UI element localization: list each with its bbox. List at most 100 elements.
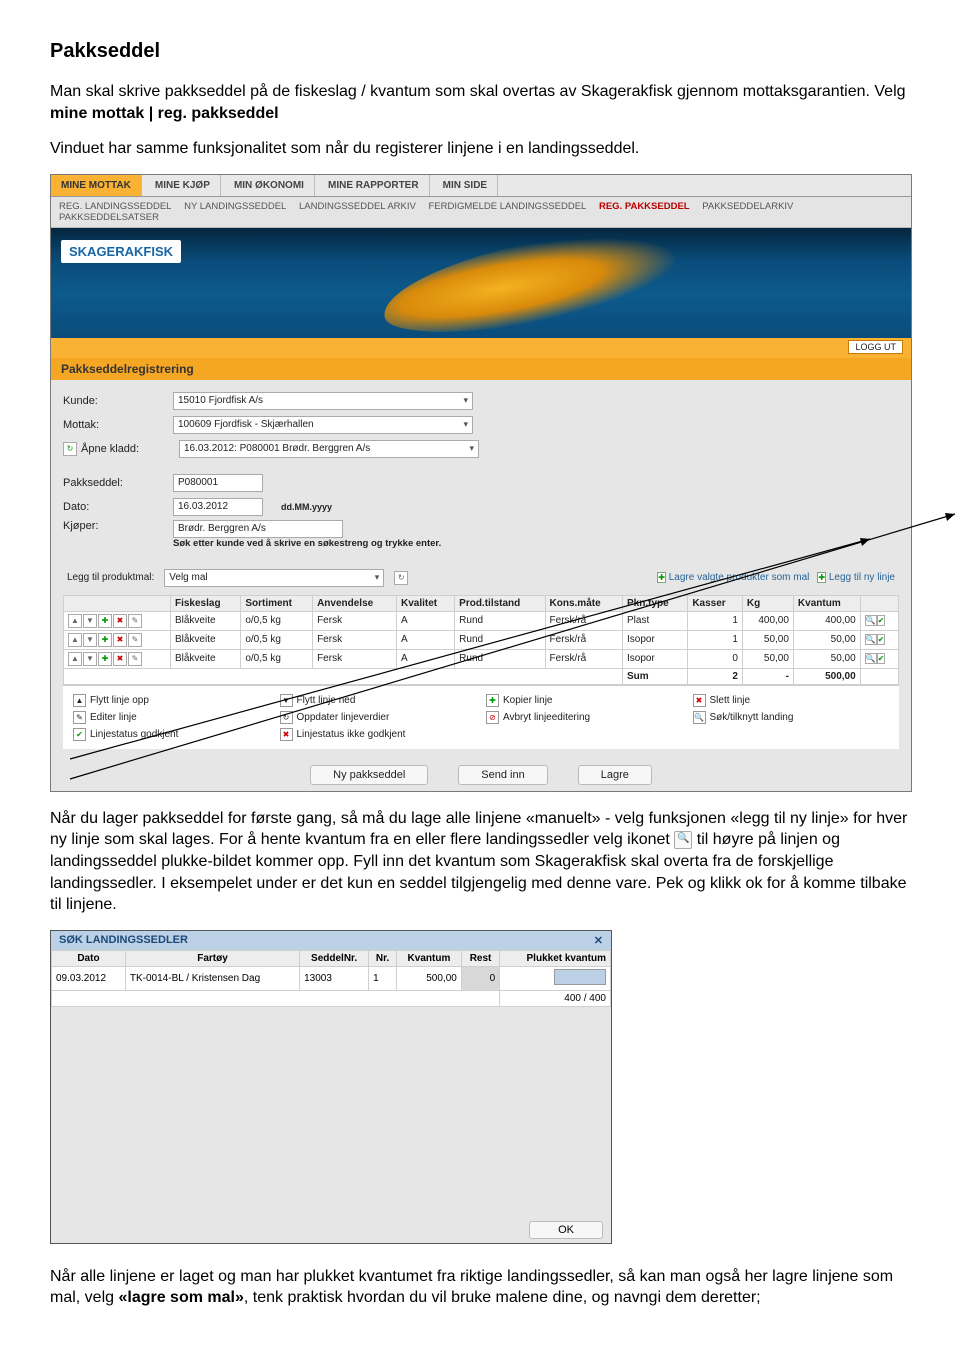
logout-button[interactable]: LOGG UT: [848, 340, 903, 354]
row-delete-icon[interactable]: ✖: [113, 652, 127, 666]
row-down-icon[interactable]: ▼: [83, 614, 97, 628]
kunde-select[interactable]: 15010 Fjordfisk A/s: [173, 392, 473, 410]
send-inn-button[interactable]: Send inn: [458, 765, 547, 785]
p1-text: Man skal skrive pakkseddel på de fiskesl…: [50, 83, 906, 100]
row-down-icon[interactable]: ▼: [83, 633, 97, 647]
col-kvalitet: Kvalitet: [397, 595, 455, 611]
legend-item: Flytt linje ned: [297, 695, 356, 706]
row-copy-icon[interactable]: ✚: [98, 614, 112, 628]
modal-row: 09.03.2012 TK-0014-BL / Kristensen Dag 1…: [52, 966, 611, 990]
row-up-icon[interactable]: ▲: [68, 633, 82, 647]
mcol-kvantum: Kvantum: [397, 950, 462, 966]
tab-mine-mottak[interactable]: MINE MOTTAK: [51, 175, 142, 196]
cell: o/0,5 kg: [241, 649, 313, 668]
legend-item: Oppdater linjeverdier: [297, 712, 390, 723]
row-copy-icon[interactable]: ✚: [98, 633, 112, 647]
row-delete-icon[interactable]: ✖: [113, 614, 127, 628]
ny-pakkseddel-button[interactable]: Ny pakkseddel: [310, 765, 428, 785]
subtab-arkiv[interactable]: LANDINGSSEDDEL ARKIV: [299, 201, 416, 212]
tab-min-okonomi[interactable]: MIN ØKONOMI: [224, 175, 315, 196]
subtab-reg-landing[interactable]: REG. LANDINGSSEDDEL: [59, 201, 171, 212]
cell: Fersk/rå: [545, 611, 622, 630]
cell: 50,00: [742, 649, 793, 668]
cell: 1: [688, 611, 743, 630]
col-pkntype: Pkn.type: [623, 595, 688, 611]
row-up-icon[interactable]: ▲: [68, 652, 82, 666]
col-prodtilstand: Prod.tilstand: [455, 595, 545, 611]
mal-select[interactable]: Velg mal: [164, 569, 384, 587]
mcell: TK-0014-BL / Kristensen Dag: [125, 966, 299, 990]
row-ok-icon[interactable]: ✔: [877, 615, 886, 626]
paragraph-2: Vinduet har samme funksjonalitet som når…: [50, 138, 910, 160]
section-title: Pakkseddelregistrering: [51, 358, 911, 380]
subtab-ferdigmelde[interactable]: FERDIGMELDE LANDINGSSEDDEL: [428, 201, 586, 212]
row-ok-icon[interactable]: ✔: [877, 653, 886, 664]
cell: 50,00: [793, 649, 860, 668]
row-up-icon[interactable]: ▲: [68, 614, 82, 628]
kjoper-field[interactable]: Brødr. Berggren A/s: [173, 520, 343, 538]
subtab-pakkarkiv[interactable]: PAKKSEDDELARKIV: [702, 201, 793, 212]
ny-linje-link[interactable]: ✚ Legg til ny linje: [817, 572, 895, 584]
row-ok-icon[interactable]: ✔: [877, 634, 886, 645]
mcol-fartoy: Fartøy: [125, 950, 299, 966]
mottak-label: Mottak:: [63, 419, 173, 431]
tab-mine-kjop[interactable]: MINE KJØP: [145, 175, 221, 196]
tab-min-side[interactable]: MIN SIDE: [433, 175, 498, 196]
sum-kasser: 2: [688, 668, 743, 684]
mottak-select[interactable]: 100609 Fjordfisk - Skjærhallen: [173, 416, 473, 434]
dato-field[interactable]: 16.03.2012: [173, 498, 263, 516]
legend-item: Avbryt linjeeditering: [503, 712, 590, 723]
cell: Rund: [455, 630, 545, 649]
subtab-reg-pakk[interactable]: REG. PAKKSEDDEL: [599, 201, 690, 212]
search-landing-icon: 🔍: [674, 831, 692, 849]
plukket-input[interactable]: [554, 969, 606, 985]
row-copy-icon[interactable]: ✚: [98, 652, 112, 666]
subtab-ny-landing[interactable]: NY LANDINGSSEDDEL: [184, 201, 286, 212]
logo: SKAGERAKFISK: [61, 240, 181, 263]
tabs-main: MINE MOTTAK MINE KJØP MIN ØKONOMI MINE R…: [51, 175, 911, 197]
table-row: ▲▼✚✖✎ Blåkveite o/0,5 kg Fersk A Rund Fe…: [64, 611, 899, 630]
p4-bold: «lagre som mal»: [118, 1289, 243, 1306]
legend-item: Editer linje: [90, 712, 137, 723]
row-edit-icon[interactable]: ✎: [128, 614, 142, 628]
paragraph-3: Når du lager pakkseddel for første gang,…: [50, 808, 910, 916]
tab-mine-rapporter[interactable]: MINE RAPPORTER: [318, 175, 430, 196]
reload-icon[interactable]: ↻: [394, 571, 408, 585]
row-search-icon[interactable]: 🔍: [865, 634, 877, 645]
pakk-label: Pakkseddel:: [63, 477, 173, 489]
ok-button[interactable]: OK: [529, 1221, 603, 1239]
row-delete-icon[interactable]: ✖: [113, 633, 127, 647]
refresh-icon[interactable]: ↻: [63, 442, 77, 456]
col-fiskeslag: Fiskeslag: [170, 595, 240, 611]
cell: Fersk: [313, 649, 397, 668]
cell: Rund: [455, 611, 545, 630]
pakk-field[interactable]: P080001: [173, 474, 263, 492]
cell: o/0,5 kg: [241, 611, 313, 630]
subtab-satser[interactable]: PAKKSEDDELSATSER: [59, 212, 159, 223]
mcol-seddelnr: SeddelNr.: [300, 950, 369, 966]
cell: A: [397, 611, 455, 630]
lagre-mal-link[interactable]: ✚ Lagre valgte produkter som mal: [657, 572, 809, 584]
doc-title: Pakkseddel: [50, 40, 910, 63]
kladd-select[interactable]: 16.03.2012: P080001 Brødr. Berggren A/s: [179, 440, 479, 458]
cell: Isopor: [623, 630, 688, 649]
mcol-dato: Dato: [52, 950, 126, 966]
cell: Fersk/rå: [545, 630, 622, 649]
row-down-icon[interactable]: ▼: [83, 652, 97, 666]
row-edit-icon[interactable]: ✎: [128, 652, 142, 666]
mal-label: Legg til produktmal:: [67, 572, 154, 583]
sum-kv: 500,00: [793, 668, 860, 684]
cell: Isopor: [623, 649, 688, 668]
tabs-sub: REG. LANDINGSSEDDEL NY LANDINGSSEDDEL LA…: [51, 197, 911, 228]
ny-linje-text: Legg til ny linje: [829, 572, 895, 583]
mcell: 13003: [300, 966, 369, 990]
ui-screenshot-1: MINE MOTTAK MINE KJØP MIN ØKONOMI MINE R…: [50, 174, 910, 792]
shrimp-image: [376, 228, 685, 338]
row-search-icon[interactable]: 🔍: [865, 653, 877, 664]
col-kg: Kg: [742, 595, 793, 611]
mcell: 1: [369, 966, 397, 990]
row-search-icon[interactable]: 🔍: [865, 615, 877, 626]
lagre-button[interactable]: Lagre: [578, 765, 652, 785]
close-icon[interactable]: ✕: [594, 934, 603, 947]
row-edit-icon[interactable]: ✎: [128, 633, 142, 647]
